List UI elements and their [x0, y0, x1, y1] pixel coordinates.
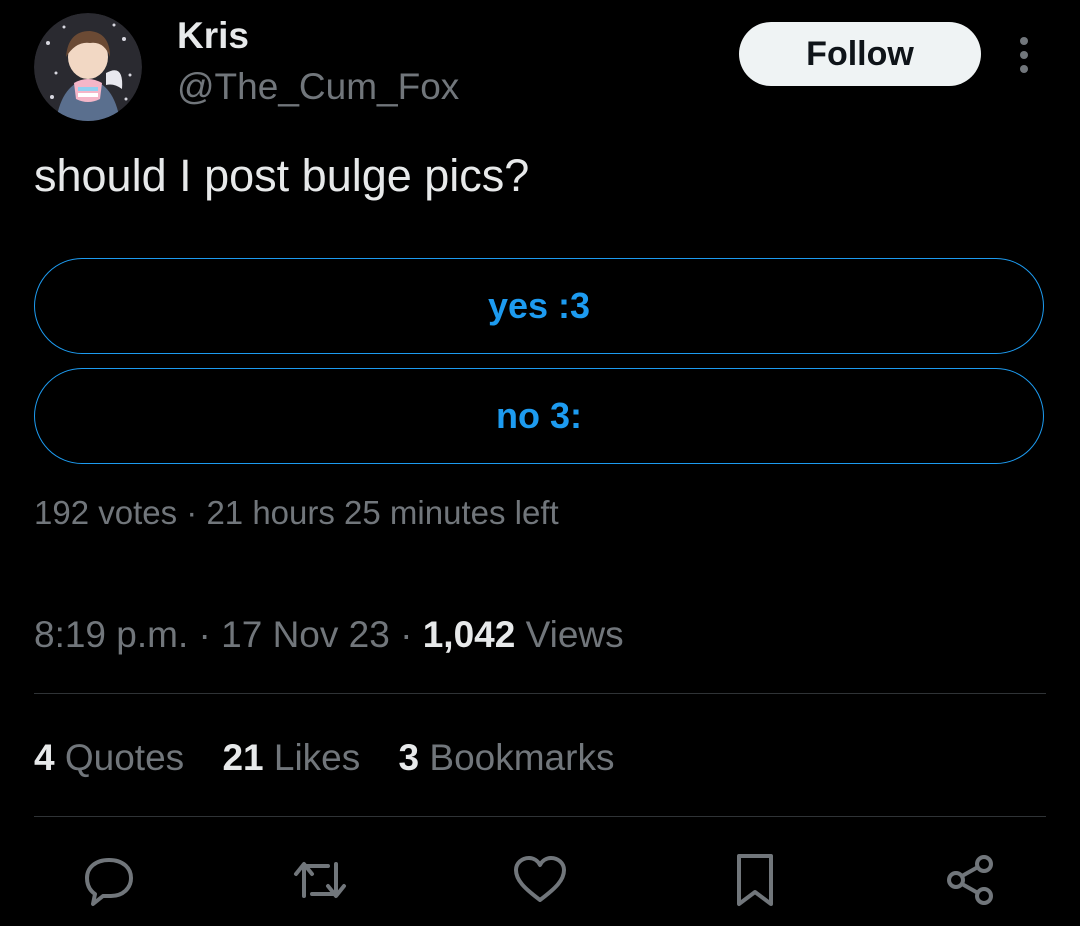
avatar[interactable] — [34, 13, 142, 121]
author-handle[interactable]: @The_Cum_Fox — [177, 66, 459, 108]
follow-button[interactable]: Follow — [739, 22, 981, 86]
tweet-date[interactable]: 17 Nov 23 — [221, 614, 390, 655]
divider — [34, 693, 1046, 694]
reply-icon[interactable] — [79, 850, 139, 910]
engagement-stats: 4 Quotes 21 Likes 3 Bookmarks — [34, 737, 642, 779]
views-count: 1,042 — [422, 614, 516, 655]
poll-time-left: 21 hours 25 minutes left — [206, 494, 559, 531]
poll-option-label: yes :3 — [487, 285, 591, 326]
likes-stat[interactable]: 21 Likes — [222, 737, 360, 778]
poll-option-no[interactable]: no 3: — [34, 368, 1044, 464]
poll-option-yes[interactable]: yes :3 — [34, 258, 1044, 354]
separator: · — [400, 614, 413, 655]
tweet-time[interactable]: 8:19 p.m. — [34, 614, 188, 655]
bookmark-icon[interactable] — [725, 850, 785, 910]
share-icon[interactable] — [940, 850, 1000, 910]
poll-votes: 192 votes — [34, 494, 178, 531]
divider — [34, 816, 1046, 817]
separator: · — [198, 614, 211, 655]
poll-meta: 192 votes · 21 hours 25 minutes left — [34, 494, 559, 532]
retweet-icon[interactable] — [290, 850, 350, 910]
poll-option-label: no 3: — [496, 395, 582, 436]
author-name[interactable]: Kris — [177, 15, 249, 57]
tweet-timestamp: 8:19 p.m. · 17 Nov 23 · 1,042 Views — [34, 614, 624, 656]
bookmarks-stat[interactable]: 3 Bookmarks — [399, 737, 615, 778]
quotes-stat[interactable]: 4 Quotes — [34, 737, 184, 778]
separator: · — [186, 494, 198, 531]
tweet-text: should I post bulge pics? — [34, 150, 530, 201]
more-options-icon[interactable] — [1010, 32, 1038, 80]
views-label: Views — [525, 614, 624, 655]
like-icon[interactable] — [510, 850, 570, 910]
